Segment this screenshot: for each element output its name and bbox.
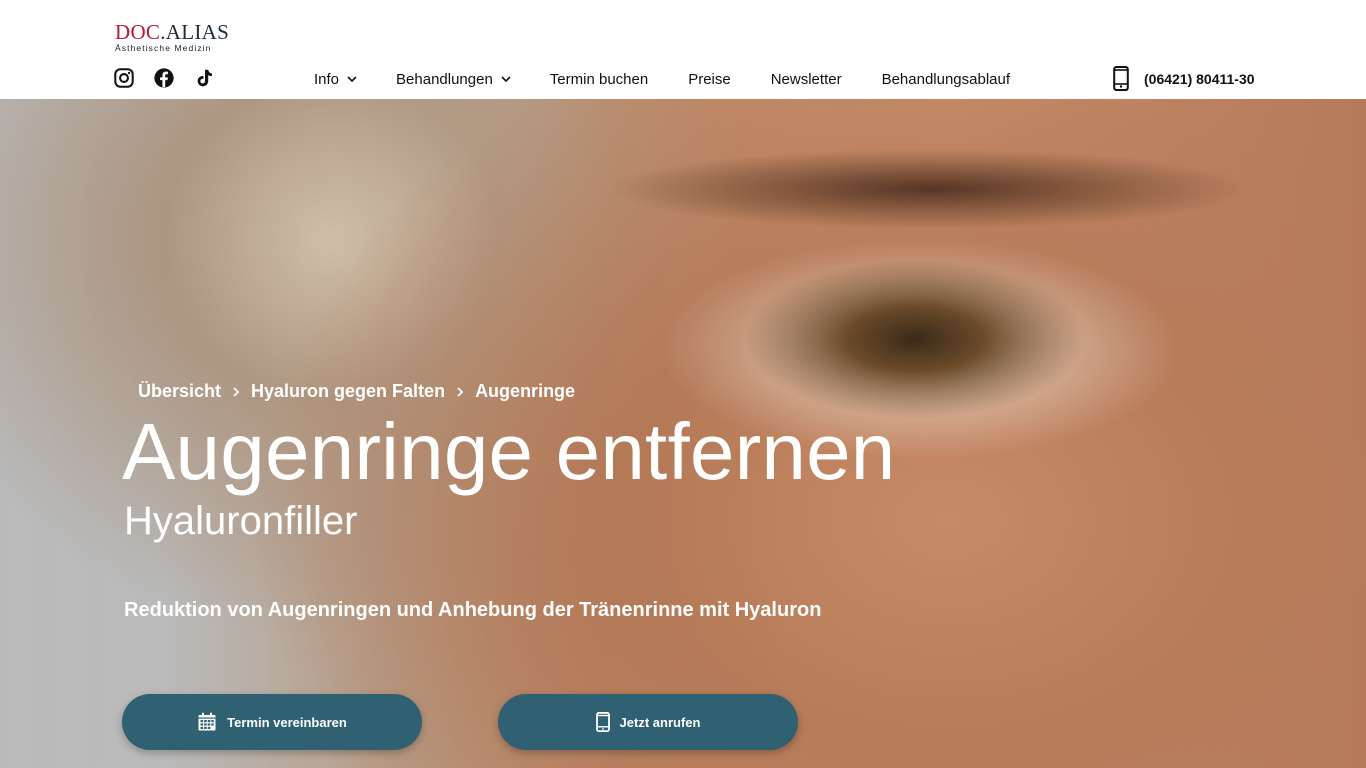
nav-item-label: Info	[314, 70, 340, 88]
chevron-down-icon	[347, 76, 357, 83]
tiktok-icon[interactable]	[193, 67, 215, 89]
logo[interactable]: DOC.ALIAS Ästhetische Medizin	[115, 20, 230, 54]
instagram-icon[interactable]	[113, 67, 135, 89]
smartphone-icon	[595, 712, 610, 732]
breadcrumb-item-uebersicht[interactable]: Übersicht	[138, 381, 221, 402]
chevron-right-icon	[457, 386, 464, 397]
book-appointment-button[interactable]: Termin vereinbaren	[122, 694, 422, 750]
header-phone-number: (06421) 80411-30	[1144, 70, 1255, 87]
breadcrumb-item-hyaluron[interactable]: Hyaluron gegen Falten	[251, 381, 445, 402]
chevron-down-icon	[501, 76, 511, 83]
nav-item-termin-buchen[interactable]: Termin buchen	[550, 69, 648, 89]
nav-item-label: Termin buchen	[549, 70, 649, 88]
chevron-right-icon	[233, 386, 240, 397]
hero-section: Übersicht Hyaluron gegen Falten Augenrin…	[0, 99, 1366, 768]
breadcrumb-item-augenringe[interactable]: Augenringe	[475, 381, 575, 402]
nav-item-behandlungen[interactable]: Behandlungen	[396, 69, 511, 89]
nav-item-info[interactable]: Info	[314, 69, 357, 89]
nav-item-label: Behandlungen	[396, 70, 493, 88]
logo-subtitle: Ästhetische Medizin	[115, 43, 212, 53]
nav-item-label: Preise	[688, 70, 731, 88]
page-subtitle: Hyaluronfiller	[124, 499, 358, 543]
nav-item-behandlungsablauf[interactable]: Behandlungsablauf	[882, 69, 1010, 89]
breadcrumb: Übersicht Hyaluron gegen Falten Augenrin…	[138, 381, 575, 402]
nav-item-label: Newsletter	[770, 70, 842, 88]
main-nav: Info Behandlungen Termin buchen Preise N…	[314, 69, 1010, 89]
site-header: DOC.ALIAS Ästhetische Medizin Info Behan…	[0, 0, 1366, 99]
nav-item-preise[interactable]: Preise	[688, 69, 731, 89]
social-links	[113, 67, 215, 89]
calendar-icon	[198, 712, 216, 731]
hero-lead-text: Reduktion von Augenringen und Anhebung d…	[124, 599, 822, 621]
call-now-label: Jetzt anrufen	[619, 714, 701, 730]
header-phone-link[interactable]: (06421) 80411-30	[1113, 66, 1255, 91]
facebook-icon[interactable]	[153, 67, 175, 89]
call-now-button[interactable]: Jetzt anrufen	[498, 694, 798, 750]
nav-item-label: Behandlungsablauf	[881, 70, 1011, 88]
logo-wordmark: DOC.ALIAS	[115, 20, 230, 44]
nav-item-newsletter[interactable]: Newsletter	[771, 69, 842, 89]
smartphone-icon	[1113, 66, 1129, 91]
book-appointment-label: Termin vereinbaren	[227, 714, 347, 730]
page-title: Augenringe entfernen	[122, 407, 896, 496]
